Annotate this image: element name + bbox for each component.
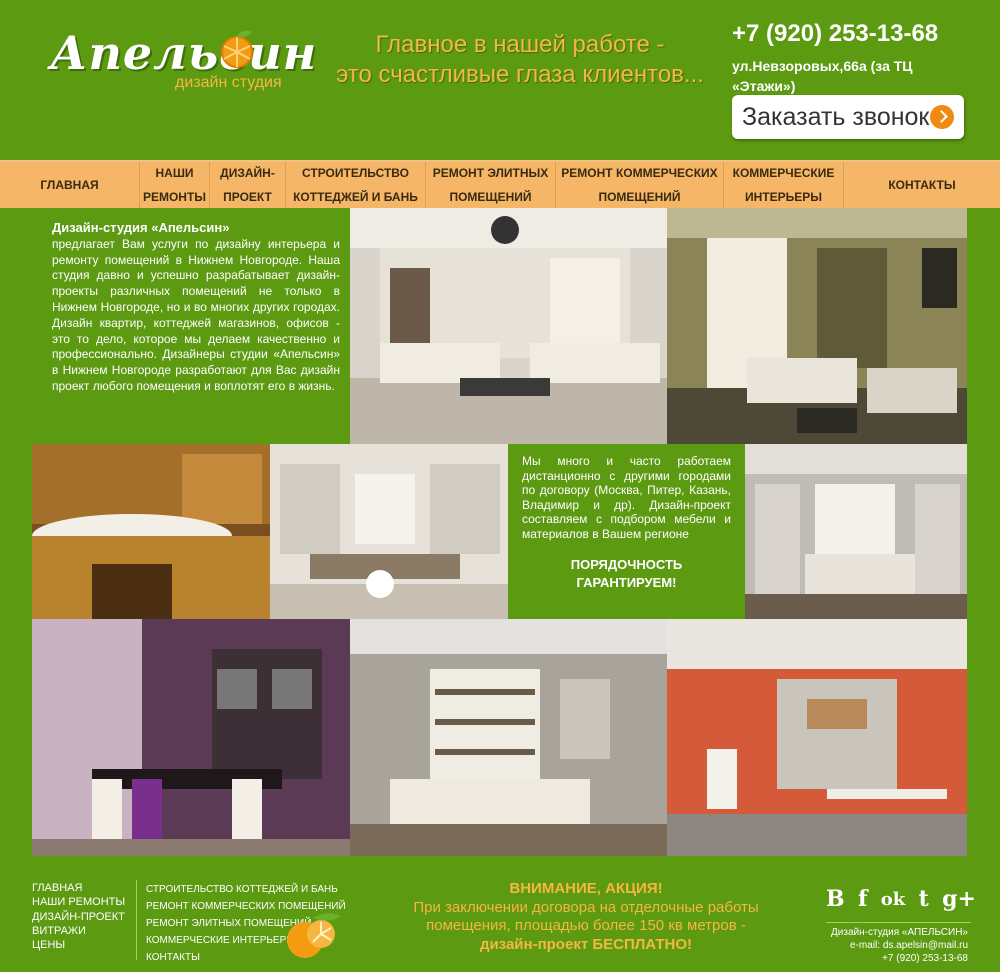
footer-studio-name: Дизайн-студия «АПЕЛЬСИН»: [831, 927, 968, 938]
promo-block: ВНИМАНИЕ, АКЦИЯ! При заключении договора…: [366, 880, 806, 954]
slogan-line-2: это счастливые глаза клиентов...: [336, 61, 704, 88]
photo-bathroom-mosaic[interactable]: [32, 444, 270, 619]
vk-icon[interactable]: В: [826, 886, 845, 912]
guarantee-text: ПОРЯДОЧНОСТЬ ГАРАНТИРУЕМ!: [522, 556, 731, 592]
nav-item-contacts[interactable]: КОНТАКТЫ: [844, 162, 1000, 208]
footer-phone[interactable]: +7 (920) 253-13-68: [831, 952, 968, 965]
slogan-line-1: Главное в нашей работе -: [375, 31, 665, 58]
callback-button[interactable]: Заказать звонок: [732, 95, 964, 139]
nav-item-commercial-repair[interactable]: РЕМОНТ КОММЕРЧЕСКИХ ПОМЕЩЕНИЙ: [556, 162, 724, 208]
footer-divider: [136, 880, 137, 960]
nav-item-our-repairs[interactable]: НАШИ РЕМОНТЫ: [140, 162, 210, 208]
nav-item-commercial-interiors[interactable]: КОММЕРЧЕСКИЕ ИНТЕРЬЕРЫ: [724, 162, 844, 208]
promo-line-1: При заключении договора на отделочные ра…: [413, 898, 759, 916]
footer-link-home[interactable]: ГЛАВНАЯ: [32, 881, 125, 895]
remote-work-text-block: Мы много и часто работаем дистанционно с…: [508, 444, 745, 619]
footer-email[interactable]: e-mail: ds.apelsin@mail.ru: [831, 939, 968, 952]
twitter-icon[interactable]: t: [919, 886, 929, 912]
footer-menu-1: ГЛАВНАЯ НАШИ РЕМОНТЫ ДИЗАЙН-ПРОЕКТ ВИТРА…: [32, 881, 125, 952]
logo-name: Апельсин: [50, 26, 318, 80]
promo-line-3: дизайн-проект БЕСПЛАТНО!: [479, 935, 693, 953]
header-phone[interactable]: +7 (920) 253-13-68: [732, 20, 938, 48]
odnoklassniki-icon[interactable]: ok: [881, 889, 905, 910]
footer-link-stained-glass[interactable]: ВИТРАЖИ: [32, 924, 125, 938]
promo-line-2: помещения, площадью более 150 кв метров …: [426, 917, 746, 934]
intro-text-block: Дизайн-студия «Апельсин» предлагает Вам …: [32, 208, 350, 444]
footer-link-prices[interactable]: ЦЕНЫ: [32, 938, 125, 952]
photo-living-room-shelves[interactable]: [350, 619, 667, 856]
logo-subtitle: дизайн студия: [175, 74, 282, 91]
header: Апельсин дизайн студия Главное в нашей р…: [0, 0, 1000, 160]
nav-item-home[interactable]: ГЛАВНАЯ: [0, 162, 140, 208]
footer: ГЛАВНАЯ НАШИ РЕМОНТЫ ДИЗАЙН-ПРОЕКТ ВИТРА…: [0, 856, 1000, 972]
nav-item-elite-repair[interactable]: РЕМОНТ ЭЛИТНЫХ ПОМЕЩЕНИЙ: [426, 162, 556, 208]
photo-living-room-olive[interactable]: [667, 208, 967, 444]
remote-body: Мы много и часто работаем дистанционно с…: [522, 454, 731, 541]
photo-office-red[interactable]: [667, 619, 967, 856]
footer-link-cottages[interactable]: СТРОИТЕЛЬСТВО КОТТЕДЖЕЙ И БАНЬ: [146, 881, 346, 898]
footer-contacts-divider: [826, 922, 971, 923]
callback-label: Заказать звонок: [742, 103, 930, 131]
footer-link-our-repairs[interactable]: НАШИ РЕМОНТЫ: [32, 895, 125, 909]
photo-grid: Дизайн-студия «Апельсин» предлагает Вам …: [32, 208, 967, 856]
nav-item-design-project[interactable]: ДИЗАЙН-ПРОЕКТ: [210, 162, 286, 208]
slogan: Главное в нашей работе - это счастливые …: [310, 30, 730, 90]
guarantee-line-2: ГАРАНТИРУЕМ!: [576, 574, 677, 590]
intro-title: Дизайн-студия «Апельсин»: [52, 220, 230, 235]
orange-logo-icon: [221, 30, 253, 68]
photo-living-room-white[interactable]: [350, 208, 667, 444]
orange-decoration-icon: [287, 913, 341, 958]
logo[interactable]: Апельсин дизайн студия: [50, 26, 316, 96]
social-links: В f ok t g+: [826, 884, 976, 914]
googleplus-icon[interactable]: g+: [942, 886, 976, 912]
facebook-icon[interactable]: f: [858, 886, 867, 912]
main-nav: ГЛАВНАЯ НАШИ РЕМОНТЫ ДИЗАЙН-ПРОЕКТ СТРОИ…: [0, 160, 1000, 208]
footer-contacts: Дизайн-студия «АПЕЛЬСИН» e-mail: ds.apel…: [831, 926, 968, 965]
photo-dining-purple[interactable]: [32, 619, 350, 856]
photo-bedroom-white[interactable]: [745, 444, 967, 619]
footer-link-design-project[interactable]: ДИЗАЙН-ПРОЕКТ: [32, 910, 125, 924]
nav-item-cottages[interactable]: СТРОИТЕЛЬСТВО КОТТЕДЖЕЙ И БАНЬ: [286, 162, 426, 208]
guarantee-line-1: ПОРЯДОЧНОСТЬ: [570, 556, 683, 572]
arrow-right-icon: [930, 105, 954, 129]
header-address: ул.Невзоровых,66а (за ТЦ «Этажи»): [732, 58, 913, 94]
promo-title: ВНИМАНИЕ, АКЦИЯ!: [509, 880, 663, 897]
intro-body: предлагает Вам услуги по дизайну интерье…: [52, 236, 340, 393]
photo-kitchen-white[interactable]: [270, 444, 508, 619]
